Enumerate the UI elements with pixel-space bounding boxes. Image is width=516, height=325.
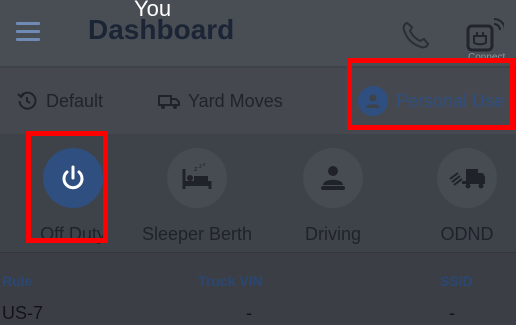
rule-value: US-7: [2, 303, 44, 323]
status-driving-label: Driving: [304, 224, 361, 244]
menu-icon[interactable]: [16, 22, 40, 42]
status-sleeper-label: Sleeper Berth: [142, 224, 253, 244]
loading-truck-icon: [437, 148, 497, 208]
mode-default-label: Default: [46, 90, 104, 111]
status-sleeper-berth[interactable]: z z z Sleeper Berth: [142, 148, 252, 245]
status-odnd[interactable]: ODND: [412, 148, 516, 245]
status-odnd-label: ODND: [440, 224, 494, 244]
user-name: You: [134, 0, 172, 21]
truck-vin-value: -: [246, 303, 252, 323]
mode-yard-label: Yard Moves: [188, 90, 283, 111]
vehicle-info: Rule US-7 Truck VIN - SSID -: [0, 252, 516, 325]
app-bar: Dashboard You Connect: [0, 0, 516, 66]
truck-icon: [158, 90, 180, 112]
history-icon: [16, 90, 38, 112]
mode-default[interactable]: Default: [16, 68, 103, 134]
connect-device-icon[interactable]: [464, 14, 506, 54]
rule-header: Rule: [2, 273, 33, 289]
svg-text:z: z: [203, 163, 206, 168]
ssid-header: SSID: [440, 273, 473, 289]
driver-icon: [303, 148, 363, 208]
highlight-box-personal-use: [347, 58, 515, 130]
mode-yard-moves[interactable]: Yard Moves: [158, 68, 283, 134]
svg-text:z: z: [199, 164, 202, 170]
svg-text:z: z: [194, 166, 198, 173]
phone-icon[interactable]: [398, 18, 432, 52]
truck-vin-header: Truck VIN: [198, 273, 263, 289]
highlight-box-off-duty: [26, 131, 108, 243]
ssid-value: -: [449, 303, 455, 323]
bed-icon: z z z: [167, 148, 227, 208]
status-driving[interactable]: Driving: [278, 148, 388, 245]
